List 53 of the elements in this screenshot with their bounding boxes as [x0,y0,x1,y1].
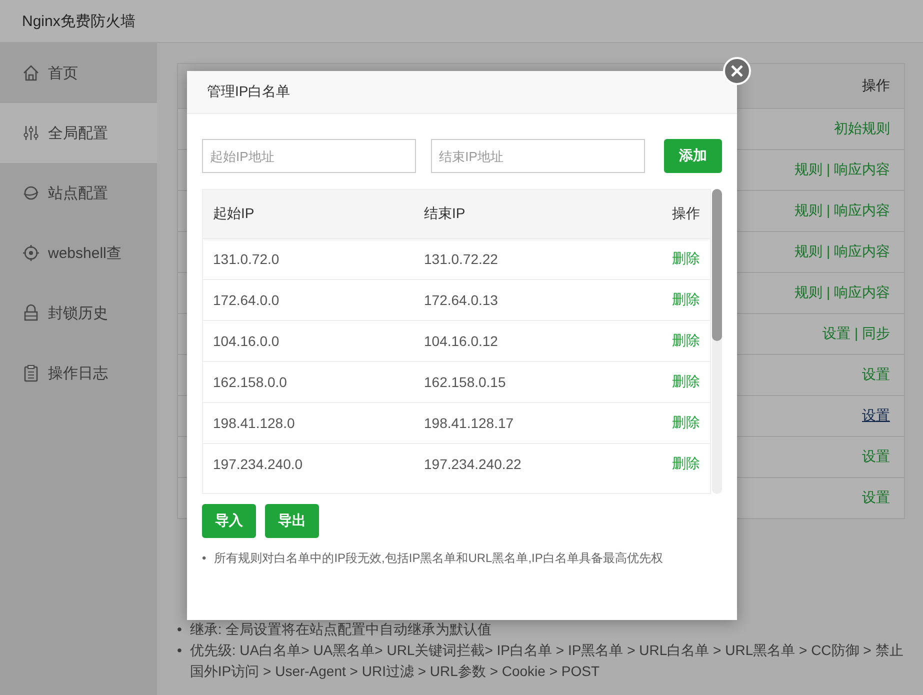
note-text: 所有规则对白名单中的IP段无效,包括IP黑名单和URL黑名单,IP白名单具备最高优先权 [214,550,663,566]
action-links[interactable]: 规则 | 响应内容 [794,284,890,302]
bullet: • [177,620,182,639]
action-links[interactable]: 设置 | 同步 [822,325,890,343]
close-icon [731,65,743,77]
end-ip-field[interactable]: 结束IP地址 [431,139,646,173]
table-cell-text: 197.234.240.0 [213,456,304,472]
table-cell-text: 197.234.240.22 [424,456,522,472]
globe-icon [22,184,40,202]
delete-link[interactable]: 删除 [672,414,700,430]
sidebar-item[interactable]: 全局配置 [0,103,157,163]
add-button[interactable]: 添加 [664,139,722,173]
table-cell-text: 172.64.0.0 [213,292,280,308]
import-button[interactable]: 导入 [202,504,256,538]
bullet: • [177,641,182,660]
delete-link[interactable]: 删除 [672,291,700,307]
scrollbar[interactable] [712,189,722,494]
table-cell-text: 104.16.0.12 [424,333,499,349]
table-cell-text: 131.0.72.0 [213,251,280,267]
action-links[interactable]: 规则 | 响应内容 [794,161,890,179]
delete-link[interactable]: 删除 [672,455,700,471]
action-links[interactable]: 设置 [862,448,890,466]
action-links[interactable]: 设置 [862,407,890,425]
action-links[interactable]: 设置 [862,489,890,507]
start-ip-field[interactable]: 起始IP地址 [202,139,416,173]
column-header: 起始IP [213,205,256,223]
lock-icon [22,304,40,322]
table-cell-text: 131.0.72.22 [424,251,499,267]
sliders-icon [22,124,40,142]
bullet: • [202,550,206,566]
table-cell-text: 162.158.0.0 [213,374,288,390]
delete-link[interactable]: 删除 [672,332,700,348]
note-text: 优先级: UA白名单> UA黑名单> URL关键词拦截> IP白名单 > IP黑名单 > URL白名单 > URL黑名单 > CC防御 > 禁止国外IP访问 > User-Agent > URI过滤 > URL参数 > Cookie > POST [190,641,904,681]
export-button[interactable]: 导出 [265,504,319,538]
action-links[interactable]: 规则 | 响应内容 [794,243,890,261]
home-icon [22,64,40,82]
table-cell-text: 162.158.0.15 [424,374,507,390]
clipboard-icon [22,364,40,382]
table-cell-text: 104.16.0.0 [213,333,280,349]
column-header: 操作 [862,77,890,95]
delete-link[interactable]: 删除 [672,373,700,389]
column-header: 操作 [671,205,700,223]
table-cell-text: 198.41.128.0 [213,415,296,431]
action-links[interactable]: 初始规则 [834,120,890,138]
delete-link[interactable]: 删除 [672,250,700,266]
action-links[interactable]: 设置 [862,366,890,384]
action-links[interactable]: 规则 | 响应内容 [794,202,890,220]
table-cell-text: 172.64.0.13 [424,292,499,308]
table-cell-text: 198.41.128.17 [424,415,515,431]
note-text: 继承: 全局设置将在站点配置中自动继承为默认值 [190,620,492,639]
target-icon [22,244,40,262]
column-header: 结束IP [424,205,466,223]
dialog-title: 管理IP白名单 [187,71,737,114]
